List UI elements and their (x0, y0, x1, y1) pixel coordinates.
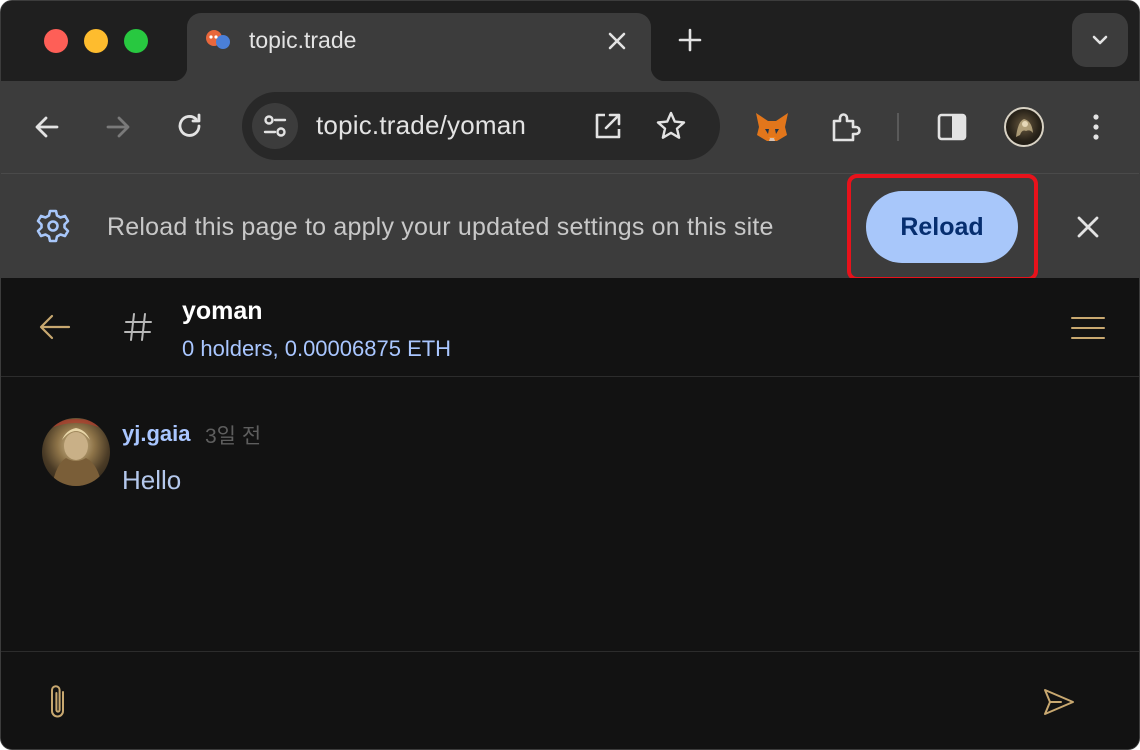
browser-window: topic.trade topic.trade/yoman Reload thi… (0, 0, 1140, 750)
tab-strip: topic.trade (1, 1, 1139, 81)
fullscreen-window-button[interactable] (124, 29, 148, 53)
paperclip-icon[interactable] (43, 682, 73, 722)
minimize-window-button[interactable] (84, 29, 108, 53)
puzzle-icon[interactable] (828, 109, 864, 145)
site-info-button[interactable] (252, 103, 298, 149)
avatar-image-icon (45, 419, 107, 486)
tab-close-icon[interactable] (605, 29, 629, 53)
tab-search-button[interactable] (1072, 13, 1128, 67)
side-panel-icon[interactable] (934, 109, 970, 145)
reload-infobar: Reload this page to apply your updated s… (1, 173, 1139, 281)
avatar[interactable] (42, 418, 110, 486)
channel-header: yoman 0 holders, 0.00006875 ETH (1, 278, 1139, 377)
infobar-message: Reload this page to apply your updated s… (107, 213, 774, 241)
hash-icon (124, 313, 152, 341)
back-arrow-icon[interactable] (37, 312, 73, 342)
message-text: Hello (122, 465, 182, 495)
profile-image-icon (1016, 119, 1033, 137)
hamburger-menu-icon[interactable] (1070, 314, 1106, 342)
message-author[interactable]: yj.gaia (122, 421, 190, 447)
fox-icon[interactable] (753, 107, 791, 145)
refresh-icon[interactable] (172, 109, 208, 145)
open-in-new-icon[interactable] (592, 110, 624, 142)
browser-toolbar: topic.trade/yoman (1, 81, 1139, 173)
chevron-down-icon (1092, 35, 1108, 45)
url-text[interactable]: topic.trade/yoman (316, 110, 526, 141)
tune-icon (263, 115, 287, 137)
arrow-left-icon[interactable] (29, 109, 65, 145)
close-icon[interactable] (1073, 212, 1103, 242)
profile-avatar[interactable] (1004, 107, 1044, 147)
page-content: yoman 0 holders, 0.00006875 ETH yj.gaia … (1, 278, 1139, 749)
send-icon[interactable] (1041, 686, 1077, 718)
address-bar[interactable]: topic.trade/yoman (242, 92, 720, 160)
message-composer[interactable] (1, 651, 1139, 749)
channel-stats[interactable]: 0 holders, 0.00006875 ETH (182, 336, 451, 362)
reload-button[interactable]: Reload (866, 191, 1018, 263)
tab-active[interactable]: topic.trade (173, 13, 665, 81)
kebab-menu-icon[interactable] (1078, 109, 1114, 145)
tab-title: topic.trade (249, 27, 357, 53)
close-window-button[interactable] (44, 29, 68, 53)
star-icon[interactable] (655, 110, 687, 142)
arrow-right-icon[interactable] (100, 109, 136, 145)
new-tab-icon[interactable] (675, 25, 705, 55)
toolbar-divider (897, 113, 899, 141)
channel-name: yoman (182, 297, 263, 325)
topic-trade-favicon-icon (206, 30, 230, 49)
message-timestamp: 3일 전 (205, 425, 262, 448)
gear-icon (36, 209, 70, 243)
